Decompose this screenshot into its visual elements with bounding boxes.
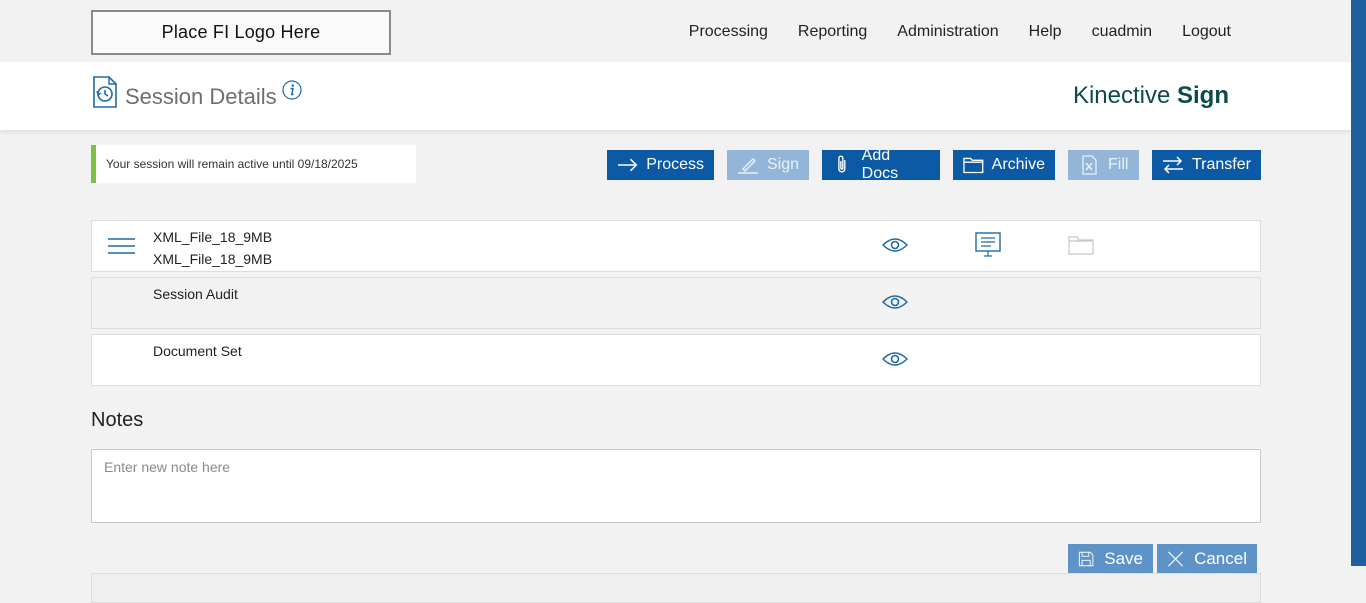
transfer-arrows-icon [1163,156,1183,174]
session-expiry-notice: Your session will remain active until 09… [91,145,416,183]
info-icon[interactable] [282,80,302,100]
nav-reporting[interactable]: Reporting [798,23,867,41]
view-eye-icon[interactable] [882,294,908,310]
folder-outline-icon [1068,236,1094,255]
cancel-button[interactable]: Cancel [1157,544,1257,574]
document-name: XML_File_18_9MB [153,229,273,245]
transfer-button[interactable]: Transfer [1152,150,1261,180]
floppy-disk-icon [1078,551,1094,567]
brand-name: Kinective Sign [1073,82,1229,110]
view-eye-icon[interactable] [882,351,908,367]
nav-administration[interactable]: Administration [897,23,998,41]
folder-icon [963,157,984,174]
page-header: Session Details Kinective Sign [0,62,1351,130]
sign-button[interactable]: Sign [727,150,809,180]
add-docs-button-label: Add Docs [861,147,899,182]
top-bar: Place FI Logo Here Processing Reporting … [0,0,1351,62]
document-history-icon [93,76,117,108]
document-row: Session Audit [91,277,1261,329]
save-button-label: Save [1104,549,1143,568]
save-button[interactable]: Save [1068,544,1153,574]
brand-light: Kinective [1072,82,1177,109]
archive-button[interactable]: Archive [953,150,1055,180]
nav-logout[interactable]: Logout [1182,23,1231,41]
brand-bold: Sign [1177,82,1229,109]
scrollbar-thumb[interactable] [1351,0,1366,566]
page-title: Session Details [125,84,277,109]
paperclip-icon [838,155,846,173]
excel-file-icon [1082,155,1097,175]
document-name-secondary: XML_File_18_9MB [153,251,273,267]
document-name: Document Set [153,343,242,359]
pen-icon [737,158,758,174]
notes-heading: Notes [91,409,144,431]
nav-processing[interactable]: Processing [689,23,768,41]
archive-button-label: Archive [991,156,1045,173]
logo-placeholder: Place FI Logo Here [91,10,391,55]
top-navigation: Processing Reporting Administration Help… [689,23,1231,41]
document-name: Session Audit [153,286,238,302]
presentation-icon[interactable] [975,232,1001,258]
nav-help[interactable]: Help [1029,23,1062,41]
fill-button-label: Fill [1108,156,1129,173]
add-docs-button[interactable]: Add Docs [822,147,940,182]
new-note-input[interactable] [91,449,1261,523]
fill-button[interactable]: Fill [1068,150,1139,180]
view-eye-icon[interactable] [882,237,908,253]
process-button-label: Process [646,156,704,173]
arrow-right-icon [617,158,638,172]
sign-button-label: Sign [766,156,799,173]
process-button[interactable]: Process [607,150,714,180]
notes-history-panel [91,573,1261,603]
transfer-button-label: Transfer [1192,156,1251,173]
nav-user[interactable]: cuadmin [1092,23,1152,41]
document-row: XML_File_18_9MB XML_File_18_9MB [91,220,1261,272]
document-row: Document Set [91,334,1261,386]
cancel-button-label: Cancel [1194,549,1247,568]
close-icon [1168,551,1184,567]
hamburger-menu-icon[interactable] [108,237,135,255]
